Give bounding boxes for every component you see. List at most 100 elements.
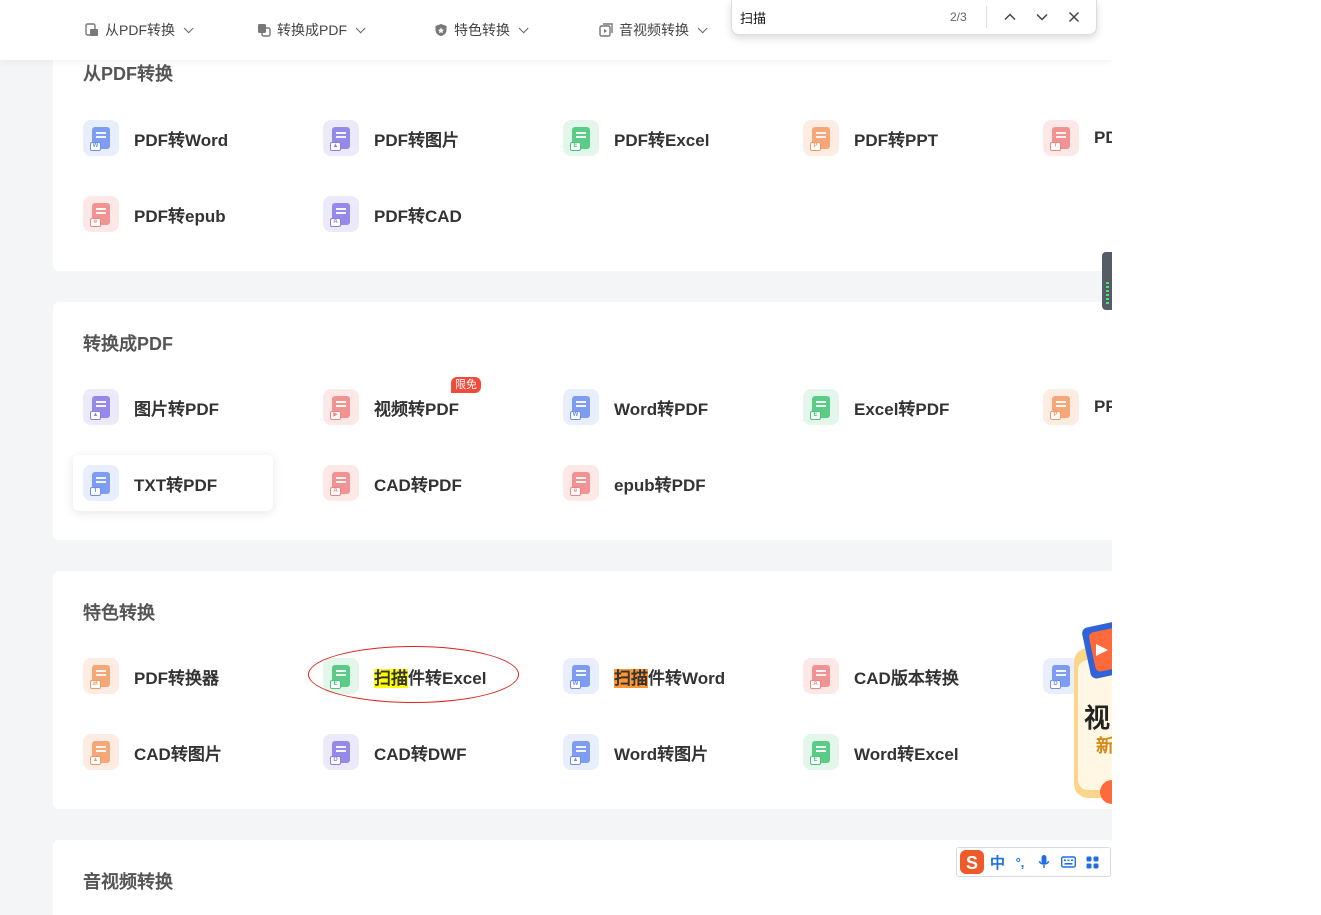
tool-label: Word转PDF xyxy=(614,399,709,419)
nav-to-pdf[interactable]: 转换成PDF xyxy=(257,20,366,40)
nav-av[interactable]: 音视频转换 xyxy=(599,20,708,40)
tool-ppt-to-pdf[interactable]: P PP xyxy=(1033,379,1112,435)
section-title: 特色转换 xyxy=(83,603,155,623)
word-file-icon: W xyxy=(83,120,119,156)
tool-pdf-to-epub[interactable]: e PDF转epub xyxy=(73,186,273,242)
nav-label: 特色转换 xyxy=(454,22,510,38)
svg-text:S: S xyxy=(966,853,978,873)
excel-scan-icon: E xyxy=(323,658,359,694)
nav-label: 从PDF转换 xyxy=(105,22,175,38)
tool-label: CAD转图片 xyxy=(134,744,222,764)
tool-pdf-to-cad[interactable]: A PDF转CAD xyxy=(313,186,513,242)
tool-pdf-to-word[interactable]: W PDF转Word xyxy=(73,110,273,166)
find-next-button[interactable] xyxy=(1030,6,1054,28)
section-av: 音视频转换 xyxy=(53,840,1112,915)
find-highlight-active: 扫描 xyxy=(614,668,648,688)
tool-label: epub转PDF xyxy=(614,475,706,495)
tool-label: PDF转epub xyxy=(134,206,226,226)
find-close-button[interactable] xyxy=(1062,6,1086,28)
chevron-down-icon xyxy=(518,22,529,33)
cad-file-icon: A xyxy=(323,196,359,232)
cad-image-icon: ▲ xyxy=(83,734,119,770)
promo-widget[interactable]: 视 新 xyxy=(1068,620,1112,810)
tool-word-to-pdf[interactable]: W Word转PDF xyxy=(553,379,753,435)
tool-word-to-excel[interactable]: E Word转Excel xyxy=(793,724,993,780)
sogou-logo-icon: S xyxy=(957,848,987,876)
tool-cad-to-image[interactable]: ▲ CAD转图片 xyxy=(73,724,273,780)
section-from-pdf: 从PDF转换 W PDF转Word ▲ PDF转图片 E PDF转Excel P… xyxy=(53,40,1112,271)
tool-pdf-to-image[interactable]: ▲ PDF转图片 xyxy=(313,110,513,166)
tool-scan-to-word[interactable]: W 扫描件转Word xyxy=(553,648,753,704)
tool-cad-to-dwf[interactable]: D CAD转DWF xyxy=(313,724,513,780)
find-bar: 2/3 xyxy=(731,0,1097,35)
ppt-file-icon: P xyxy=(803,120,839,156)
section-to-pdf: 转换成PDF ▲ 图片转PDF ▶ 视频转PDF 限免 W Word转PDF E… xyxy=(53,302,1112,540)
find-match-count: 2/3 xyxy=(950,10,967,24)
nav-special[interactable]: 特色转换 xyxy=(434,20,529,40)
ime-mode-label[interactable]: 中 xyxy=(990,852,1005,873)
cad-file-icon: A xyxy=(803,658,839,694)
keyboard-icon[interactable] xyxy=(1059,853,1077,871)
free-badge: 限免 xyxy=(451,377,481,393)
tool-label: PP xyxy=(1094,397,1112,416)
tool-label: PDF转CAD xyxy=(374,206,462,226)
cad-file-icon: A xyxy=(323,465,359,501)
excel-file-icon: E xyxy=(563,120,599,156)
image-file-icon: ▲ xyxy=(83,389,119,425)
tool-label: PDF转Word xyxy=(134,130,229,150)
shield-icon xyxy=(435,24,447,36)
tool-video-to-pdf[interactable]: ▶ 视频转PDF xyxy=(313,379,513,435)
document-icon xyxy=(85,23,98,36)
section-title: 音视频转换 xyxy=(83,872,173,892)
tool-pdf-to-excel[interactable]: E PDF转Excel xyxy=(553,110,753,166)
tool-label: 扫描件转Excel xyxy=(374,664,486,689)
tool-pdf-to-pdf[interactable]: / PD xyxy=(1033,110,1112,166)
media-icon xyxy=(599,23,613,37)
section-special: 特色转换 ⇄ PDF转换器 E 扫描件转Excel W 扫描件转Word A C… xyxy=(53,571,1112,809)
tool-excel-to-pdf[interactable]: E Excel转PDF xyxy=(793,379,993,435)
tool-word-to-image[interactable]: ▲ Word转图片 xyxy=(553,724,753,780)
nav-label: 转换成PDF xyxy=(277,22,347,38)
tool-cad-to-pdf[interactable]: A CAD转PDF xyxy=(313,455,513,511)
excel-file-icon: E xyxy=(803,389,839,425)
tool-label: TXT转PDF xyxy=(134,475,218,495)
tool-cad-version[interactable]: A CAD版本转换 xyxy=(793,648,993,704)
find-prev-button[interactable] xyxy=(998,6,1022,28)
tool-scan-to-excel[interactable]: E 扫描件转Excel xyxy=(313,648,513,704)
tool-label: Excel转PDF xyxy=(854,399,950,419)
chevron-down-icon xyxy=(355,22,366,33)
section-title: 转换成PDF xyxy=(83,334,173,354)
tool-txt-to-pdf[interactable]: T TXT转PDF xyxy=(73,455,273,511)
pdf-file-icon: / xyxy=(1043,120,1079,156)
epub-file-icon: e xyxy=(83,196,119,232)
find-input[interactable] xyxy=(740,8,940,26)
side-panel-handle[interactable] xyxy=(1102,252,1112,310)
txt-file-icon: T xyxy=(83,465,119,501)
tool-label: Word转图片 xyxy=(614,744,709,764)
tool-label: PDF转PPT xyxy=(854,130,939,150)
tool-label: 扫描件转Word xyxy=(614,664,725,689)
tool-pdf-converter[interactable]: ⇄ PDF转换器 xyxy=(73,648,273,704)
tool-label: 图片转PDF xyxy=(134,399,219,419)
tool-pdf-to-ppt[interactable]: P PDF转PPT xyxy=(793,110,993,166)
excel-file-icon: E xyxy=(803,734,839,770)
tool-image-to-pdf[interactable]: ▲ 图片转PDF xyxy=(73,379,273,435)
tool-label: PDF转Excel xyxy=(614,130,710,150)
tool-label: Word转Excel xyxy=(854,744,959,764)
ime-toolbar[interactable]: S 中 °, xyxy=(956,847,1111,877)
chevron-up-icon xyxy=(1004,13,1016,21)
tool-label: PDF转换器 xyxy=(134,668,219,688)
nav-label: 音视频转换 xyxy=(619,22,689,38)
tool-epub-to-pdf[interactable]: e epub转PDF xyxy=(553,455,753,511)
dwf-file-icon: D xyxy=(323,734,359,770)
label-rest: 件转Excel xyxy=(408,668,487,688)
tool-label: CAD版本转换 xyxy=(854,668,959,688)
ime-punct-toggle[interactable]: °, xyxy=(1011,853,1029,871)
converter-icon: ⇄ xyxy=(83,658,119,694)
nav-from-pdf[interactable]: 从PDF转换 xyxy=(85,20,194,40)
grid-menu-icon[interactable] xyxy=(1083,853,1101,871)
microphone-icon[interactable] xyxy=(1035,853,1053,871)
word-scan-icon: W xyxy=(563,658,599,694)
chevron-down-icon xyxy=(697,22,708,33)
word-file-icon: W xyxy=(563,389,599,425)
